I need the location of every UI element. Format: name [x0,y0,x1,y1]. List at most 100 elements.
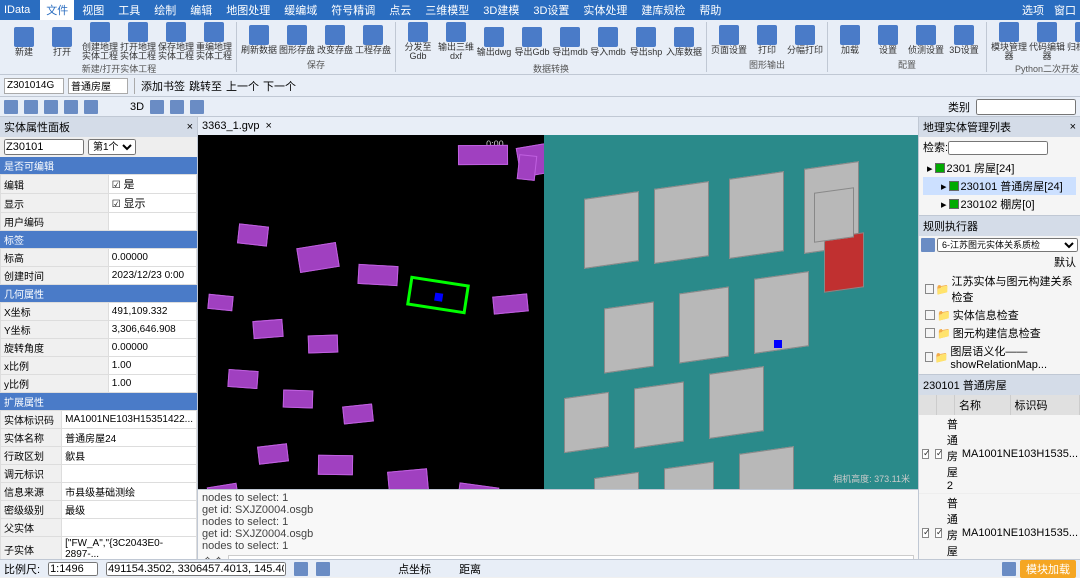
menu-1[interactable]: 视图 [76,0,110,20]
ribbon-btn[interactable]: 创建地理实体工程 [82,22,118,61]
3d-view[interactable]: 相机高度: 373.11米 [544,135,918,489]
ribbon-btn[interactable]: 刷新数据 [241,22,277,57]
property-scroll[interactable]: 是否可编辑 编辑☑ 是 显示☑ 显示 用户编码 标签 标高0.00000创建时间… [0,157,197,559]
checkbox[interactable] [935,528,942,538]
checkbox[interactable] [922,449,929,459]
ribbon-btn[interactable]: 加载 [832,22,868,57]
menu-7[interactable]: 符号精调 [325,0,381,20]
rule-combo[interactable]: 6-江苏图元实体关系质检 [937,238,1078,252]
ribbon-btn[interactable]: 模块管理器 [991,22,1027,61]
ribbon-btn[interactable]: 改变存盘 [317,22,353,57]
prop-value[interactable]: 最级 [62,501,197,519]
status-icon[interactable] [1002,562,1016,576]
tab-close-icon[interactable]: × [266,120,272,132]
menu-12[interactable]: 实体处理 [577,0,633,20]
ribbon-btn[interactable]: 设置 [870,22,906,57]
status-icon[interactable] [316,562,330,576]
ribbon-btn[interactable]: 输出三维dxf [438,22,474,61]
rule-item[interactable]: 📁江苏实体与图元构建关系检查 [921,272,1078,306]
menu-4[interactable]: 编辑 [184,0,218,20]
building-2d[interactable] [237,223,269,246]
entity-type-combo[interactable] [68,78,128,94]
viewport-tab[interactable]: 3363_1.gvp [202,120,260,132]
category-input[interactable] [976,99,1076,115]
ribbon-btn[interactable]: 新建 [6,22,42,61]
prop-value[interactable]: 1.00 [108,357,196,375]
prop-value[interactable]: 3,306,646.908 [108,321,196,339]
tree-item[interactable]: ▸230102 棚房[0] [923,195,1076,213]
prev-btn[interactable]: 上一个 [226,78,259,94]
prop-value[interactable]: 普通房屋24 [62,429,197,447]
prop-value[interactable]: 2023/12/23 0:00 [108,267,196,285]
building-2d[interactable] [458,145,508,165]
building-2d[interactable] [406,276,470,315]
module-load-btn[interactable]: 模块加载 [1020,560,1076,578]
ribbon-btn[interactable]: 分发至Gdb [400,22,436,61]
list-item[interactable]: 普通房屋2MA1001NE103H1535... [919,415,1080,494]
ribbon-btn[interactable]: 代码编辑器 [1029,22,1065,61]
tool-icon[interactable] [24,100,38,114]
ribbon-btn[interactable]: 打开地理实体工程 [120,22,156,61]
ribbon-btn[interactable]: 页面设置 [711,22,747,57]
building-2d[interactable] [357,264,398,286]
tree-item[interactable]: ▸230101 普通房屋[24] [923,177,1076,195]
building-3d[interactable] [654,181,709,264]
building-2d[interactable] [517,154,538,181]
menu-0[interactable]: 文件 [40,0,74,20]
tool-icon[interactable] [170,100,184,114]
ribbon-btn[interactable]: 导出shp [628,22,664,61]
prop-value[interactable] [62,519,197,537]
play-icon[interactable] [921,238,935,252]
window-link[interactable]: 窗口 [1054,2,1076,18]
list-item[interactable]: 普通房屋3MA1001NE103H1535... [919,494,1080,559]
tool-icon[interactable] [84,100,98,114]
building-3d[interactable] [594,472,639,489]
search-input[interactable] [948,141,1048,155]
prop-value[interactable]: 0.00000 [108,249,196,267]
building-2d[interactable] [207,294,233,311]
prop-value[interactable]: 1.00 [108,375,196,393]
building-3d[interactable] [679,286,729,363]
building-3d[interactable] [824,232,864,293]
options-link[interactable]: 选项 [1022,2,1044,18]
ribbon-btn[interactable]: 导出mdb [552,22,588,61]
building-3d[interactable] [634,381,684,448]
building-3d[interactable] [604,301,654,373]
ribbon-btn[interactable]: 输出dwg [476,22,512,61]
tree-item[interactable]: ▸2301 房屋[24] [923,159,1076,177]
ribbon-btn[interactable]: 保存地理实体工程 [158,22,194,61]
building-2d[interactable] [387,468,429,489]
ribbon-btn[interactable]: 入库数据 [666,22,702,61]
code-input[interactable] [4,139,84,155]
ribbon-btn[interactable]: 图形存盘 [279,22,315,57]
bookmark-label[interactable]: 添加书签 [141,78,185,94]
ribbon-btn[interactable]: 重编地理实体工程 [196,22,232,61]
building-2d[interactable] [257,443,289,464]
building-3d[interactable] [729,171,784,259]
tool-icon[interactable] [190,100,204,114]
building-2d[interactable] [252,319,283,339]
building-2d[interactable] [342,403,374,424]
ribbon-btn[interactable]: 归档命令行 [1067,22,1080,61]
building-2d[interactable] [207,483,239,489]
close-icon[interactable]: × [187,121,193,133]
entity-id-input[interactable] [4,78,64,94]
next-btn[interactable]: 下一个 [263,78,296,94]
jump-label[interactable]: 跳转至 [189,78,222,94]
close-icon[interactable]: × [1070,121,1076,133]
ribbon-btn[interactable]: 打印 [749,22,785,57]
prop-value[interactable]: ["FW_A","{3C2043E0-2897-... [62,537,197,560]
prop-value[interactable]: MA1001NE103H15351422... [62,411,197,429]
menu-13[interactable]: 建库规检 [635,0,691,20]
building-2d[interactable] [492,293,529,314]
building-2d[interactable] [308,335,339,354]
menu-8[interactable]: 点云 [383,0,417,20]
index-select[interactable]: 第1个 [88,139,136,155]
building-3d[interactable] [709,366,764,439]
2d-view[interactable]: N 8° 0;00 [198,135,544,489]
tool-icon[interactable] [44,100,58,114]
prop-value[interactable] [62,465,197,483]
menu-5[interactable]: 地图处理 [220,0,276,20]
tool-icon[interactable] [4,100,18,114]
menu-14[interactable]: 帮助 [693,0,727,20]
